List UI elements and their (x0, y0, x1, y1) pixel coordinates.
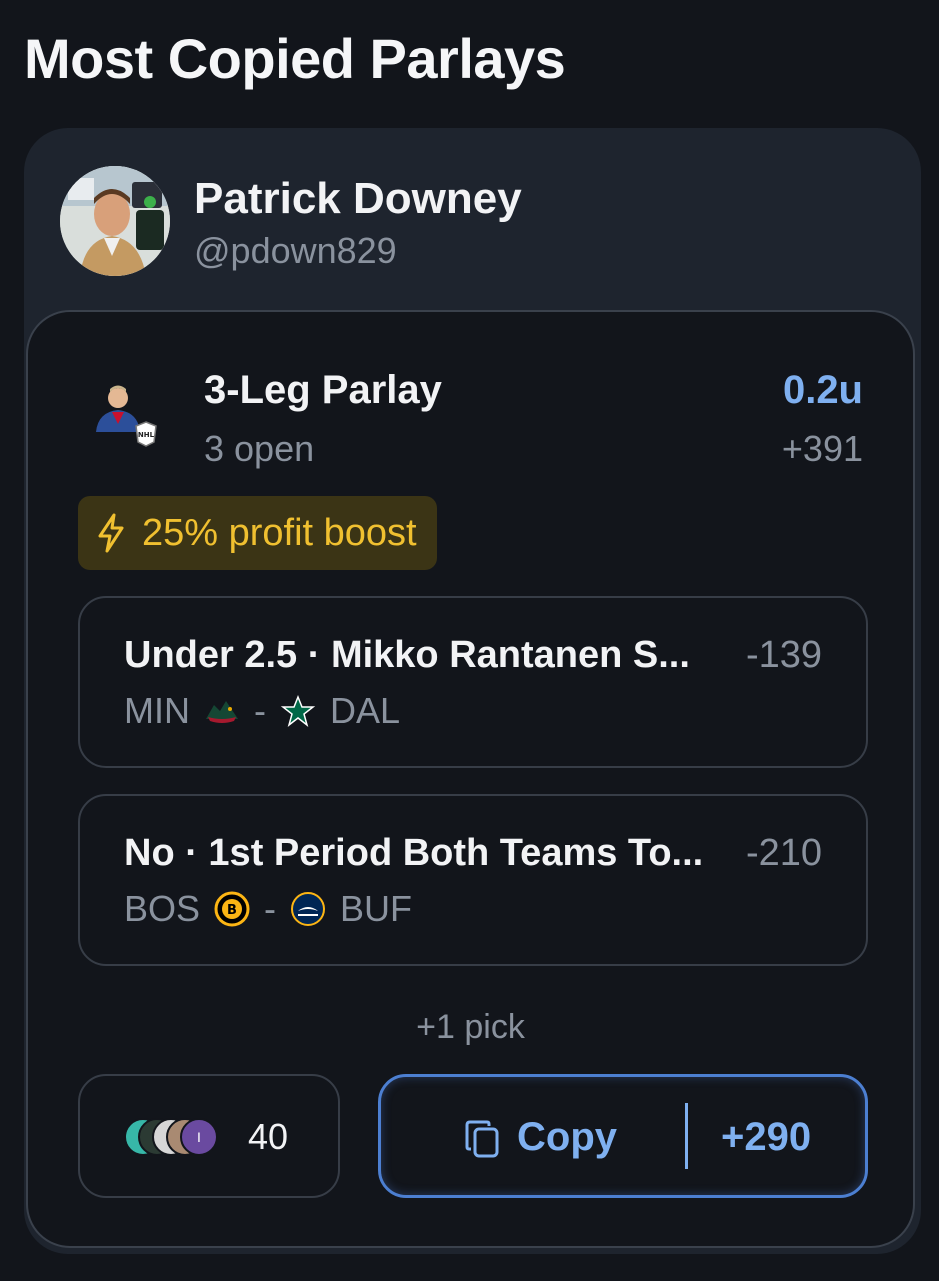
page-title: Most Copied Parlays (24, 27, 566, 90)
profit-boost-badge: 25% profit boost (78, 496, 437, 570)
parlay-card[interactable]: Patrick Downey @pdown829 NHL 3-Leg Parla… (24, 128, 921, 1254)
wild-logo-icon (206, 701, 238, 723)
avatar: I (180, 1118, 218, 1156)
leg-odds: -210 (745, 832, 822, 874)
user-avatar[interactable] (60, 166, 170, 276)
parlay-odds: +391 (781, 428, 863, 469)
matchup-separator: - (264, 888, 277, 929)
bruins-logo-icon: B (214, 891, 250, 927)
more-picks-link[interactable]: +1 pick (28, 1008, 913, 1047)
away-team: DAL (330, 690, 401, 731)
lightning-icon (98, 513, 124, 553)
home-team: MIN (124, 690, 190, 731)
leg-matchup: MIN - DAL (124, 690, 400, 732)
parlay-details: NHL 3-Leg Parlay 3 open 0.2u +391 25% pr… (26, 310, 915, 1248)
matchup-separator: - (254, 690, 266, 731)
parlay-status: 3 open (204, 428, 315, 469)
copiers-button[interactable]: I 40 (78, 1074, 340, 1198)
copy-button[interactable]: Copy +290 (378, 1074, 868, 1198)
nhl-logo-icon: NHL (135, 421, 157, 447)
user-handle: @pdown829 (194, 230, 397, 271)
svg-text:NHL: NHL (138, 431, 155, 439)
away-team: BUF (340, 888, 413, 929)
leg-title: No · 1st Period Both Teams To... (124, 832, 704, 874)
copy-icon (465, 1120, 499, 1158)
leg-title: Under 2.5 · Mikko Rantanen S... (124, 634, 690, 676)
boost-label: 25% profit boost (142, 511, 417, 554)
svg-text:B: B (227, 903, 237, 918)
leg-matchup: BOS B - BUF (124, 888, 412, 930)
user-name[interactable]: Patrick Downey (194, 174, 522, 224)
parlay-leg[interactable]: Under 2.5 · Mikko Rantanen S... -139 MIN… (78, 596, 868, 768)
parlay-leg[interactable]: No · 1st Period Both Teams To... -210 BO… (78, 794, 868, 966)
home-team: BOS (124, 888, 201, 929)
copiers-count: 40 (248, 1116, 289, 1157)
sabres-logo-icon (291, 892, 326, 926)
button-divider (685, 1103, 688, 1169)
copier-avatars: I (124, 1118, 244, 1156)
parlay-title: 3-Leg Parlay (204, 368, 442, 412)
parlay-units: 0.2u (782, 368, 863, 412)
copy-odds: +290 (721, 1115, 812, 1159)
stars-logo-icon (280, 694, 316, 727)
leg-odds: -139 (745, 634, 822, 676)
copy-label: Copy (517, 1115, 617, 1159)
